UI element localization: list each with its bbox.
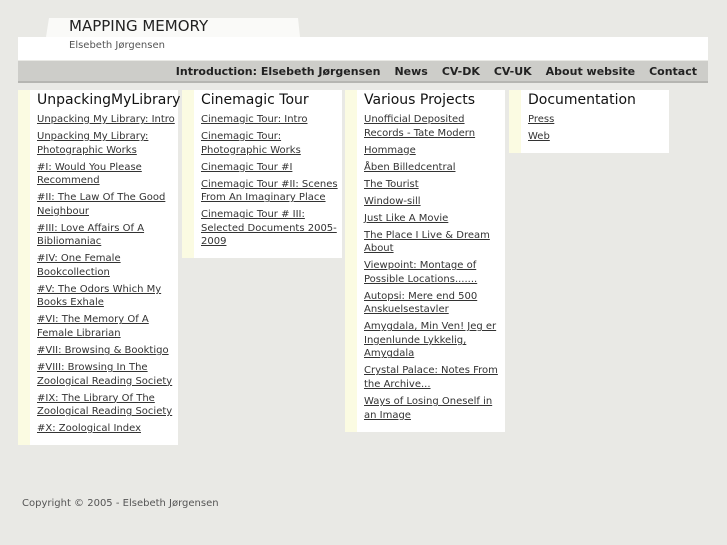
nav-cv-dk[interactable]: CV-DK (442, 65, 480, 78)
column-link[interactable]: Hommage (364, 144, 505, 158)
column-link[interactable]: #III: Love Affairs Of A Bibliomaniac (37, 222, 178, 249)
column-link[interactable]: Crystal Palace: Notes From the Archive..… (364, 364, 505, 391)
column-link[interactable]: Åben Billedcentral (364, 161, 505, 175)
column-link[interactable]: #IX: The Library Of The Zoological Readi… (37, 392, 178, 419)
column-heading: Cinemagic Tour (201, 92, 309, 108)
column-link[interactable]: Cinemagic Tour #II: Scenes From An Imagi… (201, 178, 342, 205)
column-link[interactable]: The Tourist (364, 178, 505, 192)
column-cinemagic-tour: Cinemagic Tour Cinemagic Tour: Intro Cinem… (182, 90, 342, 259)
nav-contact[interactable]: Contact (649, 65, 697, 78)
column-various-projects: Various Projects Unofficial Deposited Rec… (345, 90, 505, 432)
column-documentation: Documentation Press Web (509, 90, 669, 153)
column-link[interactable]: Press (528, 113, 669, 127)
column-link[interactable]: Amygdala, Min Ven! Jeg er Ingenlunde Lyk… (364, 320, 505, 361)
column-link[interactable]: #IV: One Female Bookcollection (37, 252, 178, 279)
column-link[interactable]: Unpacking My Library: Photographic Works (37, 130, 178, 157)
nav-introduction[interactable]: Introduction: Elsebeth Jørgensen (176, 65, 381, 78)
main-nav: Introduction: Elsebeth Jørgensen News CV… (18, 61, 708, 83)
nav-cv-uk[interactable]: CV-UK (494, 65, 532, 78)
column-link[interactable]: #V: The Odors Which My Books Exhale (37, 283, 178, 310)
column-link[interactable]: #VIII: Browsing In The Zoological Readin… (37, 361, 178, 388)
column-link[interactable]: Ways of Losing Oneself in an Image (364, 395, 505, 422)
column-unpacking-my-library: UnpackingMyLibrary Unpacking My Library: … (18, 90, 181, 446)
column-link[interactable]: #I: Would You Please Recommend (37, 161, 178, 188)
nav-news[interactable]: News (394, 65, 427, 78)
site-title: MAPPING MEMORY (69, 17, 209, 35)
column-heading: UnpackingMyLibrary (37, 92, 181, 108)
column-link[interactable]: Web (528, 130, 669, 144)
column-link[interactable]: Cinemagic Tour #I (201, 161, 342, 175)
column-link[interactable]: Just Like A Movie (364, 212, 505, 226)
column-link[interactable]: #VI: The Memory Of A Female Librarian (37, 313, 178, 340)
column-link[interactable]: Viewpoint: Montage of Possible Locations… (364, 259, 505, 286)
column-link[interactable]: Autopsi: Mere end 500 Anskuelsestavler (364, 290, 505, 317)
column-link[interactable]: Unpacking My Library: Intro (37, 113, 178, 127)
column-link[interactable]: #VII: Browsing & Booktigo (37, 344, 178, 358)
column-link[interactable]: Unofficial Deposited Records - Tate Mode… (364, 113, 505, 140)
column-link[interactable]: Window-sill (364, 195, 505, 209)
column-link[interactable]: The Place I Live & Dream About (364, 229, 505, 256)
nav-about[interactable]: About website (546, 65, 635, 78)
footer-copyright: Copyright © 2005 - Elsebeth Jørgensen (22, 498, 219, 509)
column-link[interactable]: Cinemagic Tour # III: Selected Documents… (201, 208, 342, 249)
column-link[interactable]: #X: Zoological Index (37, 422, 178, 436)
column-heading: Various Projects (364, 92, 476, 108)
column-link[interactable]: #II: The Law Of The Good Neighbour (37, 191, 178, 218)
column-link[interactable]: Cinemagic Tour: Intro (201, 113, 342, 127)
column-link[interactable]: Cinemagic Tour: Photographic Works (201, 130, 342, 157)
column-heading: Documentation (528, 92, 636, 108)
site-subtitle: Elsebeth Jørgensen (69, 40, 165, 51)
